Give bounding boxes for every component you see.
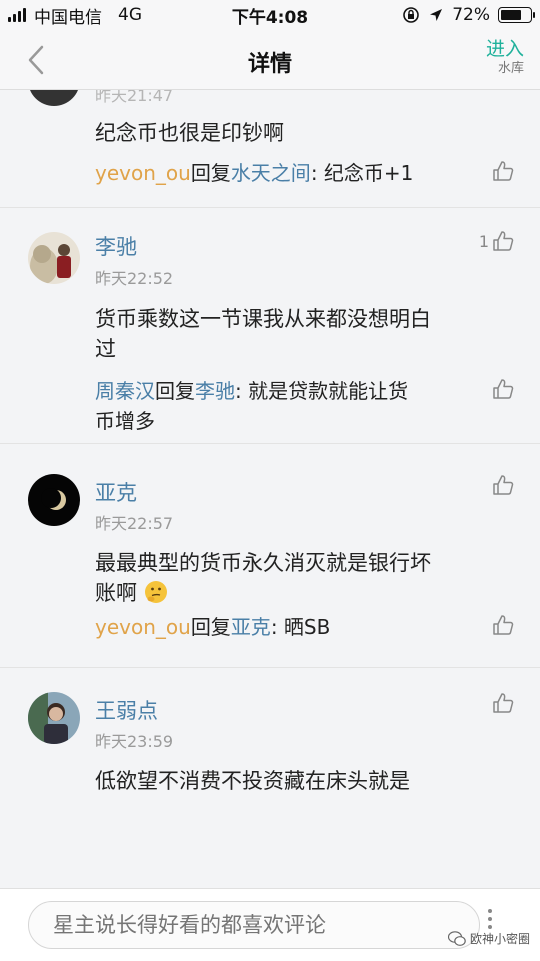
- thumbs-up-icon: [493, 475, 514, 495]
- like-button[interactable]: [492, 378, 514, 400]
- status-bar: 中国电信 4G 下午4:08 72%: [0, 0, 540, 30]
- signal-icon: [8, 8, 26, 22]
- reply-target[interactable]: 亚克: [231, 615, 271, 639]
- reply-author[interactable]: 周秦汉: [95, 379, 155, 403]
- reply-target[interactable]: 水天之间: [231, 161, 311, 185]
- like-count: 1: [478, 231, 489, 251]
- comment-text-line: 账啊: [95, 581, 137, 605]
- like-button[interactable]: 1: [479, 230, 514, 252]
- comment-item: 王弱点 昨天23:59 低欲望不消费不投资藏在床头就是: [0, 668, 540, 888]
- like-button[interactable]: [492, 692, 514, 714]
- comment-list: 昨天21:47 纪念币也很是印钞啊 yevon_ou回复水天之间: 纪念币+1 …: [0, 90, 540, 888]
- back-button[interactable]: [18, 42, 54, 78]
- comment-item: 李驰 昨天22:52 1 货币乘数这一节课我从来都没想明白 过 周秦汉回复李驰:…: [0, 208, 540, 444]
- avatar-image: [28, 692, 80, 744]
- more-button[interactable]: [488, 909, 492, 929]
- network-label: 4G: [118, 5, 142, 25]
- reply-author[interactable]: yevon_ou: [95, 161, 191, 185]
- page-title: 详情: [247, 52, 292, 77]
- avatar[interactable]: [28, 692, 80, 744]
- comment-author[interactable]: 亚克: [95, 477, 137, 507]
- like-button[interactable]: [492, 160, 514, 182]
- location-icon: [430, 9, 443, 21]
- avatar[interactable]: [28, 90, 80, 106]
- thumbs-up-icon: [493, 615, 514, 635]
- reply-verb: 回复: [155, 379, 195, 403]
- thumbs-up-icon: [493, 379, 514, 399]
- reply-verb: 回复: [190, 161, 231, 185]
- comment-item: 亚克 昨天22:57 最最典型的货币永久消灭就是银行坏 账啊 yevon_ou回…: [0, 444, 540, 668]
- thumbs-up-icon: [493, 693, 514, 713]
- comment-text-line: 最最典型的货币永久消灭就是银行坏: [95, 551, 431, 575]
- like-button[interactable]: [492, 474, 514, 496]
- wechat-icon: [447, 930, 466, 946]
- battery-percent: 72%: [452, 5, 490, 25]
- comment-time: 昨天22:57: [95, 514, 174, 533]
- group-name: 水库: [497, 61, 524, 76]
- avatar-image: [28, 474, 80, 526]
- comment-text: 纪念币也很是印钞啊: [95, 121, 284, 145]
- comment-author[interactable]: 李驰: [95, 231, 137, 261]
- reply: yevon_ou回复亚克: 晒SB: [95, 612, 475, 642]
- reply-body: : 晒SB: [270, 615, 331, 639]
- thinking-emoji-icon: [144, 581, 167, 603]
- carrier-label: 中国电信: [34, 7, 102, 28]
- watermark-logo: 欧神小密圈: [447, 930, 530, 947]
- comment-time: 昨天22:52: [95, 269, 174, 288]
- enter-group-button[interactable]: 进入 水库: [486, 38, 524, 78]
- reply-target[interactable]: 李驰: [195, 379, 235, 403]
- watermark-text: 欧神小密圈: [469, 932, 530, 946]
- avatar-image: [28, 232, 80, 284]
- nav-bar: 详情 进入 水库: [0, 30, 540, 90]
- comment-item: 昨天21:47 纪念币也很是印钞啊 yevon_ou回复水天之间: 纪念币+1: [0, 90, 540, 208]
- enter-label: 进入: [485, 38, 524, 60]
- comment-time: 昨天21:47: [95, 90, 174, 105]
- thumbs-up-icon: [493, 161, 514, 181]
- reply-body-line: : 就是贷款就能让货: [235, 379, 409, 403]
- reply-author[interactable]: yevon_ou: [95, 615, 191, 639]
- like-button[interactable]: [492, 614, 514, 636]
- comment-author[interactable]: 王弱点: [95, 695, 158, 725]
- reply-verb: 回复: [190, 615, 231, 639]
- chevron-left-icon: [28, 45, 44, 75]
- comment-text-line: 货币乘数这一节课我从来都没想明白: [95, 307, 431, 331]
- orientation-lock-icon: [403, 7, 420, 23]
- battery-icon: [498, 7, 535, 23]
- comment-text-line: 过: [95, 337, 116, 361]
- comment-input[interactable]: [28, 901, 480, 949]
- avatar[interactable]: [28, 232, 80, 284]
- battery-level: [501, 10, 522, 20]
- reply: 周秦汉回复李驰: 就是贷款就能让货 币增多: [95, 376, 475, 436]
- comment-text: 最最典型的货币永久消灭就是银行坏 账啊: [95, 548, 505, 608]
- reply: yevon_ou回复水天之间: 纪念币+1: [95, 158, 475, 188]
- reply-body: : 纪念币+1: [310, 161, 414, 185]
- comment-time: 昨天23:59: [95, 732, 174, 751]
- thumbs-up-icon: [493, 231, 514, 251]
- comment-text: 低欲望不消费不投资藏在床头就是: [95, 769, 410, 793]
- reply-body-line: 币增多: [95, 409, 155, 433]
- bottom-bar: 欧神小密圈: [0, 888, 540, 961]
- comment-text: 货币乘数这一节课我从来都没想明白 过: [95, 304, 505, 364]
- avatar[interactable]: [28, 474, 80, 526]
